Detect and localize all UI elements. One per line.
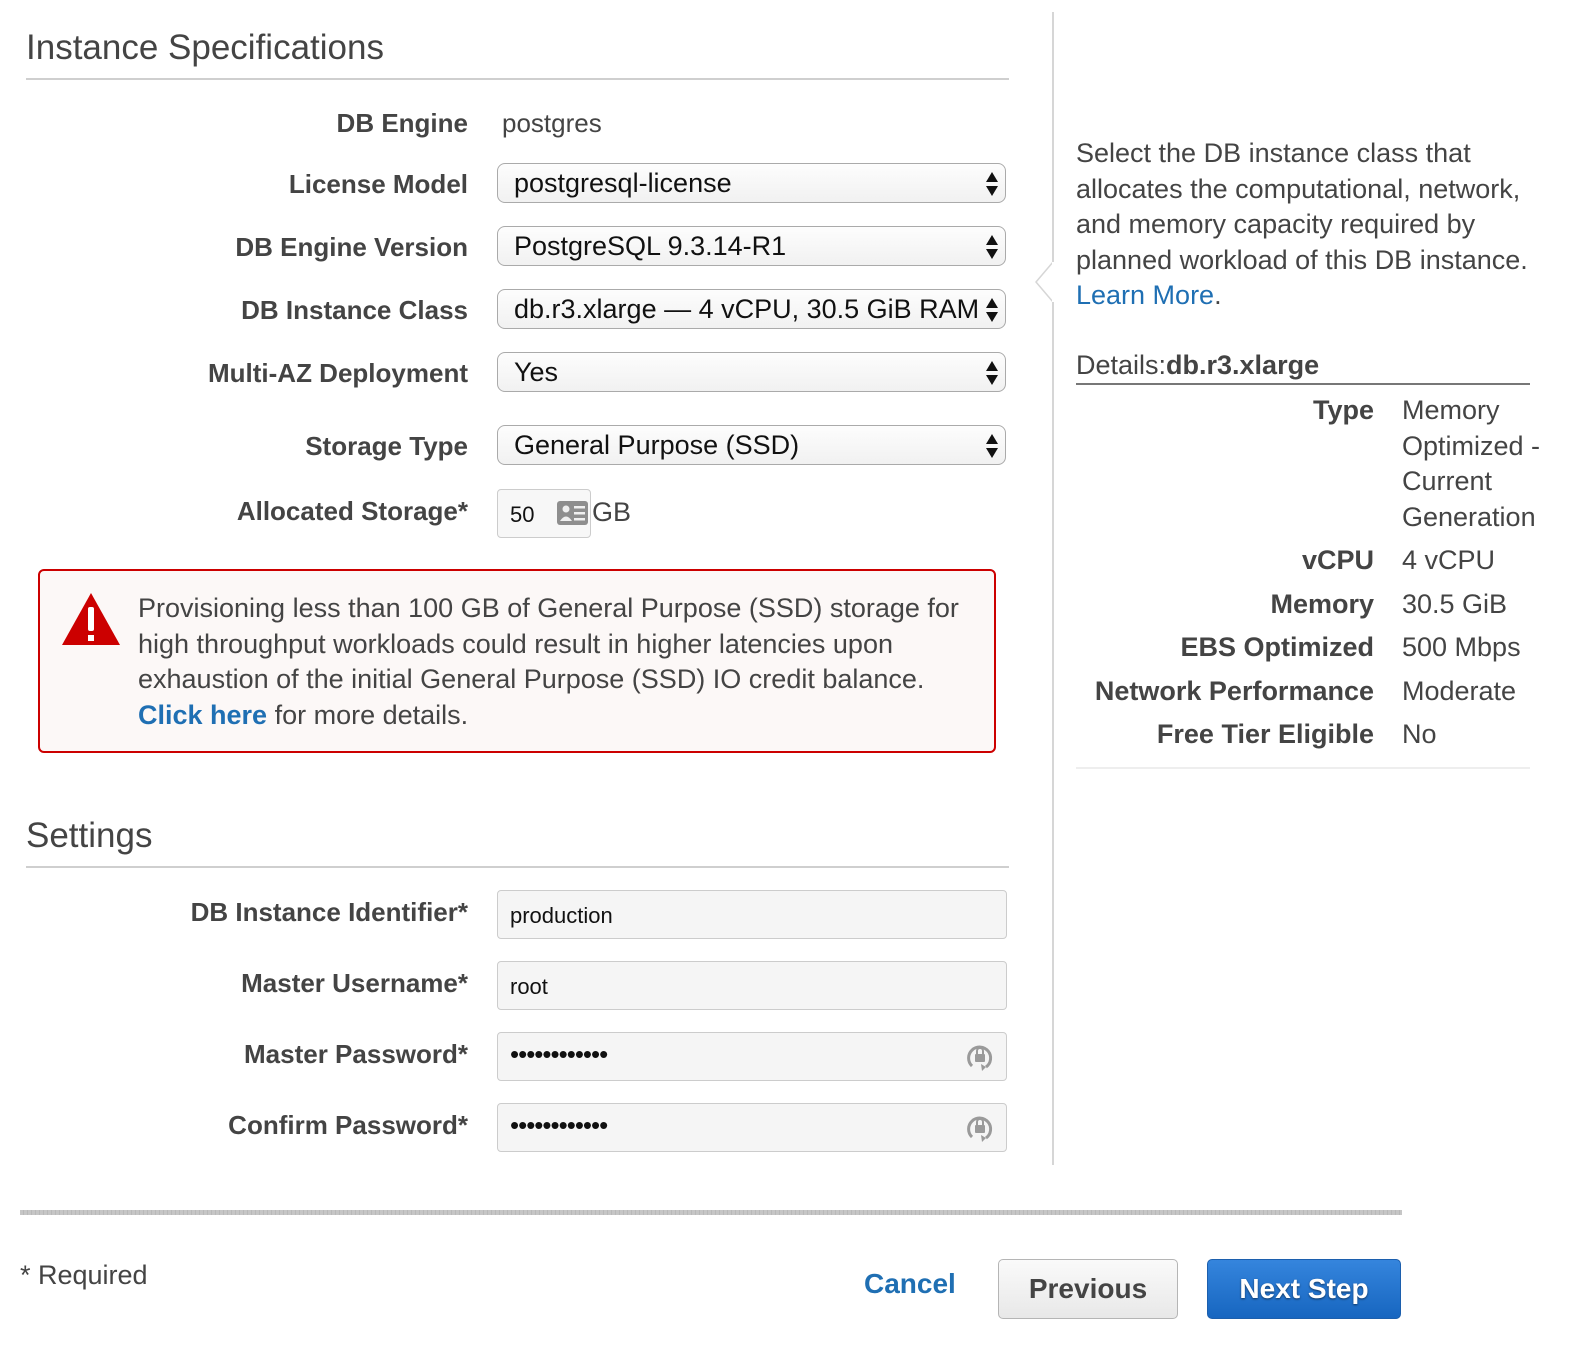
- license-model-label: License Model: [288, 169, 468, 199]
- confirm-password-label: Confirm Password*: [228, 1110, 468, 1140]
- detail-label-vcpu: vCPU: [1301, 545, 1374, 575]
- details-divider: [1076, 383, 1530, 385]
- storage-type-select[interactable]: General Purpose (SSD): [497, 425, 1006, 465]
- select-arrows-icon: [986, 235, 998, 259]
- master-password-value: ••••••••••••: [510, 1039, 608, 1069]
- detail-value-memory: 30.5 GiB: [1402, 589, 1508, 619]
- help-description: Select the DB instance class that alloca…: [1076, 138, 1528, 275]
- db-instance-identifier-value: production: [510, 903, 613, 928]
- master-username-input[interactable]: root: [497, 961, 1007, 1010]
- details-prefix: Details:: [1076, 350, 1167, 380]
- db-instance-class-value: db.r3.xlarge — 4 vCPU, 30.5 GiB RAM: [514, 294, 979, 324]
- warning-message: Provisioning less than 100 GB of General…: [138, 591, 988, 733]
- license-model-value: postgresql-license: [514, 168, 732, 198]
- multi-az-select[interactable]: Yes: [497, 352, 1006, 392]
- detail-label-ebs-optimized: EBS Optimized: [1180, 632, 1374, 662]
- license-model-select[interactable]: postgresql-license: [497, 163, 1006, 203]
- confirm-password-input[interactable]: ••••••••••••: [497, 1103, 1007, 1152]
- footer-divider: [20, 1210, 1402, 1215]
- detail-label-free-tier: Free Tier Eligible: [1156, 719, 1374, 749]
- db-engine-label: DB Engine: [336, 108, 468, 138]
- learn-more-suffix: .: [1214, 280, 1222, 310]
- help-pointer-arrow: [1035, 262, 1054, 302]
- multi-az-label: Multi-AZ Deployment: [208, 358, 468, 388]
- db-instance-class-select[interactable]: db.r3.xlarge — 4 vCPU, 30.5 GiB RAM: [497, 289, 1006, 329]
- master-password-input[interactable]: ••••••••••••: [497, 1032, 1007, 1081]
- allocated-storage-unit: GB: [592, 497, 632, 527]
- master-username-value: root: [510, 974, 548, 999]
- detail-value-network-performance: Moderate: [1402, 676, 1517, 706]
- select-arrows-icon: [986, 434, 998, 458]
- cancel-button[interactable]: Cancel: [864, 1268, 956, 1300]
- db-engine-version-value: PostgreSQL 9.3.14-R1: [514, 231, 787, 261]
- master-username-label: Master Username*: [241, 968, 468, 998]
- detail-value-free-tier: No: [1402, 719, 1437, 749]
- master-password-label: Master Password*: [244, 1039, 468, 1069]
- section-title-instance-specifications: Instance Specifications: [26, 28, 384, 67]
- db-instance-identifier-input[interactable]: production: [497, 890, 1007, 939]
- details-title: Details:db.r3.xlarge: [1076, 350, 1319, 381]
- warning-triangle-icon: [62, 593, 120, 645]
- next-step-button[interactable]: Next Step: [1207, 1259, 1401, 1319]
- previous-button[interactable]: Previous: [998, 1259, 1178, 1319]
- click-here-link[interactable]: Click here: [138, 700, 267, 730]
- details-class: db.r3.xlarge: [1166, 350, 1320, 380]
- storage-type-label: Storage Type: [305, 431, 468, 461]
- multi-az-value: Yes: [514, 357, 559, 387]
- storage-type-value: General Purpose (SSD): [514, 430, 800, 460]
- contact-card-icon: [557, 501, 588, 525]
- allocated-storage-input[interactable]: 50: [497, 489, 591, 538]
- section-divider: [26, 866, 1009, 868]
- confirm-password-value: ••••••••••••: [510, 1110, 608, 1140]
- password-keychain-icon[interactable]: [966, 1113, 994, 1145]
- allocated-storage-label: Allocated Storage*: [236, 496, 468, 526]
- warning-suffix: for more details.: [267, 699, 469, 730]
- password-keychain-icon[interactable]: [966, 1042, 994, 1074]
- detail-value-ebs-optimized: 500 Mbps: [1402, 632, 1521, 662]
- db-engine-value: postgres: [502, 108, 602, 138]
- section-divider: [26, 78, 1009, 80]
- db-engine-version-label: DB Engine Version: [235, 232, 468, 262]
- allocated-storage-value: 50: [510, 502, 535, 527]
- select-arrows-icon: [986, 361, 998, 385]
- learn-more-link[interactable]: Learn More: [1076, 280, 1214, 310]
- help-text: Select the DB instance class that alloca…: [1076, 136, 1546, 314]
- detail-value-type: Memory Optimized - Current Generation: [1402, 395, 1541, 532]
- detail-value-vcpu: 4 vCPU: [1402, 545, 1496, 575]
- db-instance-identifier-label: DB Instance Identifier*: [190, 897, 468, 927]
- db-engine-version-select[interactable]: PostgreSQL 9.3.14-R1: [497, 226, 1006, 266]
- required-note: * Required: [20, 1260, 148, 1290]
- detail-label-memory: Memory: [1270, 589, 1374, 619]
- detail-label-network-performance: Network Performance: [1094, 676, 1374, 706]
- help-panel-divider: [1052, 12, 1054, 1165]
- detail-label-type: Type: [1312, 395, 1374, 425]
- details-bottom-divider: [1076, 767, 1530, 769]
- section-title-settings: Settings: [26, 816, 153, 855]
- select-arrows-icon: [986, 172, 998, 196]
- select-arrows-icon: [986, 298, 998, 322]
- storage-warning-alert: Provisioning less than 100 GB of General…: [38, 569, 996, 753]
- warning-text: Provisioning less than 100 GB of General…: [138, 593, 959, 694]
- db-instance-class-label: DB Instance Class: [241, 295, 468, 325]
